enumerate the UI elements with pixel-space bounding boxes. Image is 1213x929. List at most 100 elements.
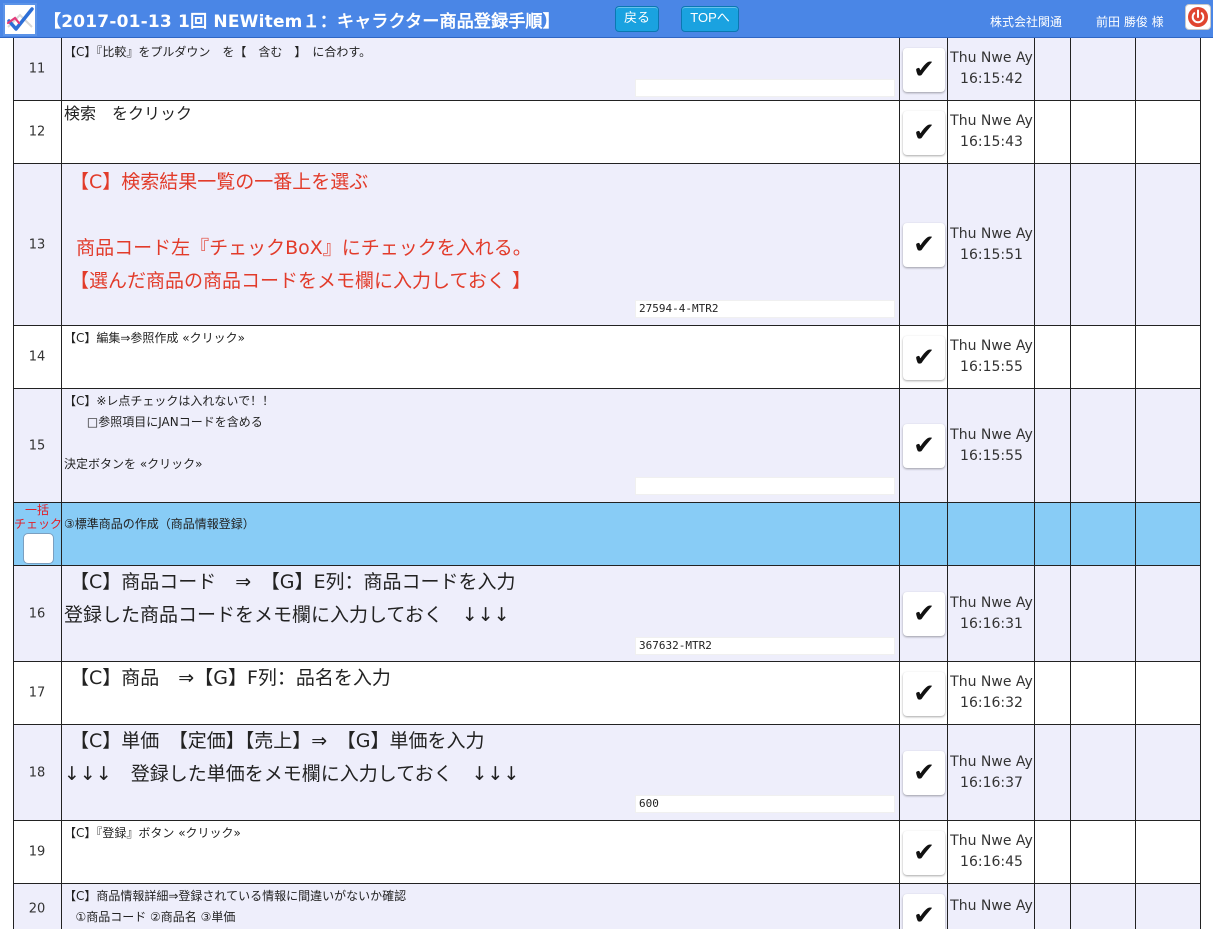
empty-cell <box>1070 566 1135 661</box>
check-cell: ✔ <box>899 725 947 820</box>
step-instructions: 【C】商品 ⇒【G】F列：品名を入力 <box>64 662 895 695</box>
row-number-cell: 11 <box>13 38 61 100</box>
check-cell: ✔ <box>899 389 947 502</box>
empty-cell <box>1135 389 1201 502</box>
memo-input[interactable]: 600 <box>635 795 895 813</box>
step-content-cell: 【C】単価 【定価】【売上】⇒ 【G】単価を入力 ↓↓↓ 登録した単価をメモ欄に入… <box>61 725 899 820</box>
back-button[interactable]: 戻る <box>615 6 659 32</box>
row-number: 14 <box>28 349 46 365</box>
step-content-cell: 【C】検索結果一覧の一番上を選ぶ 商品コード左『チェックBoX』にチェックを入れ… <box>61 164 899 325</box>
check-cell: ✔ <box>899 884 947 929</box>
timestamp-cell: Thu Nwe Ay 16:15:55 <box>947 389 1034 502</box>
empty-cell <box>1135 566 1201 661</box>
table-row: 20 【C】商品情報詳細⇒登録されている情報に間違いがないか確認 ①商品コード ②… <box>13 884 1201 929</box>
step-content-cell: 【C】商品コード ⇒ 【G】E列：商品コードを入力 登録した商品コードをメモ欄に入… <box>61 566 899 661</box>
empty-cell <box>1070 884 1135 929</box>
instruction-line: 検索 をクリック <box>64 104 193 123</box>
timestamp-label: Thu Nwe Ay <box>950 833 1033 849</box>
timestamp-label: Thu Nwe Ay <box>950 753 1033 770</box>
memo-input[interactable] <box>635 477 895 495</box>
checkmark-icon: ✔ <box>913 599 935 629</box>
bulk-check-label-line: 一括 <box>24 503 49 517</box>
timestamp-label: Thu Nwe Ay <box>950 426 1033 443</box>
empty-cell <box>1135 38 1201 100</box>
step-content-cell: 検索 をクリック <box>61 101 899 163</box>
row-number-cell: 18 <box>13 725 61 820</box>
procedure-table: 11 【C】『比較』をプルダウン を【 含む 】 に合わす。 ✔ Thu Nwe Ay… <box>13 38 1201 929</box>
check-cell: ✔ <box>899 662 947 724</box>
instruction-line: 【C】※レ点チェックは入れないで！！ <box>64 394 275 408</box>
bulk-check-checkbox[interactable] <box>23 533 54 564</box>
timestamp-time: 16:15:51 <box>960 246 1023 263</box>
timestamp: Thu Nwe Ay 16:16:45 <box>948 831 1035 873</box>
empty-cell <box>1034 326 1070 388</box>
step-check-button[interactable]: ✔ <box>903 592 945 636</box>
step-check-button[interactable]: ✔ <box>903 223 945 267</box>
bulk-check-label-line: チェック <box>14 517 63 531</box>
row-number: 11 <box>28 61 46 77</box>
page-title: 【2017-01-13 1回 NEWitem１：キャラクター商品登録手順】 <box>44 12 560 32</box>
logout-button[interactable] <box>1185 4 1211 30</box>
row-number: 20 <box>28 901 46 916</box>
empty-cell <box>1135 101 1201 163</box>
empty-cell <box>1034 662 1070 724</box>
app-logo <box>3 3 37 36</box>
instruction-line: 【C】商品 ⇒【G】F列：品名を入力 <box>64 667 391 689</box>
step-check-button[interactable]: ✔ <box>903 336 945 380</box>
instruction-line: 登録した商品コードをメモ欄に入力しておく ↓↓↓ <box>64 604 510 626</box>
step-check-button[interactable]: ✔ <box>903 751 945 795</box>
step-check-button[interactable]: ✔ <box>903 894 945 929</box>
check-cell: ✔ <box>899 566 947 661</box>
timestamp-time: 16:16:31 <box>960 615 1023 632</box>
step-check-button[interactable]: ✔ <box>903 111 945 155</box>
memo-input[interactable]: 367632-MTR2 <box>635 637 895 655</box>
section-row: 一括 チェック ③標準商品の作成（商品情報登録） <box>13 503 1201 566</box>
step-content-cell: ③標準商品の作成（商品情報登録） <box>61 503 899 565</box>
empty-cell <box>1034 101 1070 163</box>
row-number: 16 <box>28 606 46 621</box>
check-cell: ✔ <box>899 821 947 883</box>
step-instructions: 【C】検索結果一覧の一番上を選ぶ 商品コード左『チェックBoX』にチェックを入れ… <box>64 166 895 298</box>
empty-cell <box>1034 725 1070 820</box>
instruction-line: 決定ボタンを «クリック» <box>64 457 203 471</box>
step-check-button[interactable]: ✔ <box>903 424 945 468</box>
timestamp-time: 16:15:43 <box>960 134 1023 150</box>
timestamp-label: Thu Nwe Ay <box>950 113 1033 129</box>
instruction-line <box>64 199 895 232</box>
table-row: 16 【C】商品コード ⇒ 【G】E列：商品コードを入力 登録した商品コードをメモ… <box>13 566 1201 662</box>
check-cell: ✔ <box>899 164 947 325</box>
instruction-line: 商品コード左『チェックBoX』にチェックを入れる。 <box>64 237 532 259</box>
timestamp: Thu Nwe Ay <box>948 896 1035 917</box>
power-icon <box>1188 7 1208 27</box>
table-row: 13 【C】検索結果一覧の一番上を選ぶ 商品コード左『チェックBoX』にチェック… <box>13 164 1201 326</box>
row-number-cell: 20 <box>13 884 61 929</box>
empty-cell <box>1034 164 1070 325</box>
row-number-cell: 14 <box>13 326 61 388</box>
step-check-button[interactable]: ✔ <box>903 672 945 716</box>
step-content-cell: 【C】編集⇒参照作成 «クリック» <box>61 326 899 388</box>
timestamp: Thu Nwe Ay 16:15:55 <box>948 336 1035 378</box>
step-check-button[interactable]: ✔ <box>903 831 945 875</box>
checkmark-icon: ✔ <box>913 431 935 461</box>
instruction-line <box>64 433 895 454</box>
step-instructions: ③標準商品の作成（商品情報登録） <box>64 514 895 535</box>
empty-cell <box>1034 884 1070 929</box>
table-row: 18 【C】単価 【定価】【売上】⇒ 【G】単価を入力 ↓↓↓ 登録した単価をメモ… <box>13 725 1201 821</box>
top-button[interactable]: TOPへ <box>681 6 739 32</box>
empty-cell <box>1135 503 1201 565</box>
empty-cell <box>1135 884 1201 929</box>
step-check-button[interactable]: ✔ <box>903 48 945 92</box>
row-number-cell: 15 <box>13 389 61 502</box>
table-row: 19 【C】『登録』ボタン «クリック» ✔ Thu Nwe Ay 16:16:45 <box>13 821 1201 884</box>
memo-input[interactable]: 27594-4-MTR2 <box>635 300 895 318</box>
checkmark-icon: ✔ <box>913 838 935 868</box>
timestamp: Thu Nwe Ay 16:15:43 <box>948 111 1035 153</box>
empty-cell <box>1034 38 1070 100</box>
memo-input[interactable] <box>635 79 895 97</box>
timestamp: Thu Nwe Ay 16:15:42 <box>948 48 1035 90</box>
row-number: 19 <box>28 844 46 860</box>
row-number: 18 <box>28 765 46 780</box>
empty-cell <box>1070 38 1135 100</box>
table-row: 14 【C】編集⇒参照作成 «クリック» ✔ Thu Nwe Ay 16:15:55 <box>13 326 1201 389</box>
row-number: 17 <box>28 685 46 701</box>
